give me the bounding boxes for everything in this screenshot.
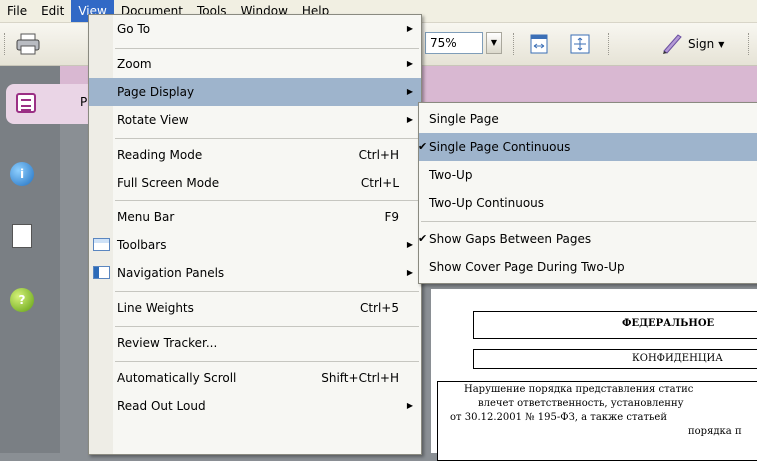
menu-item-page-display[interactable]: Page Display ▶: [89, 78, 421, 106]
menu-item-line-weights[interactable]: Line Weights Ctrl+5: [89, 294, 421, 322]
menu-item-label: Two-Up Continuous: [429, 196, 545, 210]
menu-item-review-tracker[interactable]: Review Tracker...: [89, 329, 421, 357]
menu-item-label: Page Display: [117, 85, 195, 99]
help-icon[interactable]: ?: [10, 288, 34, 312]
checkmark-icon: ✔: [418, 140, 428, 153]
menu-item-show-gaps[interactable]: ✔ Show Gaps Between Pages: [418, 225, 757, 253]
print-icon[interactable]: [14, 32, 42, 56]
toolbars-icon: [93, 238, 110, 251]
doc-paragraph-line: от 30.12.2001 № 195-ФЗ, а также статьей: [450, 412, 667, 423]
menu-item-go-to[interactable]: Go To ▶: [89, 15, 421, 43]
checkmark-icon: ✔: [418, 232, 428, 245]
pen-icon: [660, 31, 684, 58]
view-menu: Go To ▶ Zoom ▶ Page Display ▶ Rotate Vie…: [88, 14, 422, 455]
doc-confidential: КОНФИДЕНЦИА: [632, 353, 723, 364]
menu-separator: [115, 200, 419, 201]
menu-item-shortcut: Shift+Ctrl+H: [321, 371, 399, 385]
submenu-arrow-icon: ▶: [406, 24, 413, 33]
page-display-submenu: Single Page ✔ Single Page Continuous Two…: [418, 102, 757, 284]
zoom-dropdown-button[interactable]: ▼: [486, 32, 502, 54]
doc-notice-box: Нарушение порядка представления статис в…: [437, 381, 757, 461]
menu-item-full-screen-mode[interactable]: Full Screen Mode Ctrl+L: [89, 169, 421, 197]
menu-item-label: Menu Bar: [117, 210, 175, 224]
document-icon[interactable]: [12, 224, 32, 248]
menu-item-shortcut: F9: [384, 210, 399, 224]
menu-item-label: Show Gaps Between Pages: [429, 232, 592, 246]
menu-item-single-page[interactable]: Single Page: [419, 105, 757, 133]
fit-page-icon[interactable]: [568, 32, 592, 56]
menu-item-label: Go To: [117, 22, 151, 36]
sign-button[interactable]: Sign ▼: [660, 32, 724, 56]
menu-item-toolbars[interactable]: Toolbars ▶: [89, 231, 421, 259]
pages-tab-label: P: [80, 95, 88, 109]
sign-label: Sign: [688, 37, 715, 51]
document-page: ФЕДЕРАЛЬНОЕ КОНФИДЕНЦИА Нарушение порядк…: [431, 289, 757, 461]
pages-tab[interactable]: P: [6, 84, 96, 124]
menu-separator: [115, 326, 419, 327]
menu-item-label: Read Out Loud: [117, 399, 206, 413]
doc-confidential-box: КОНФИДЕНЦИА: [473, 349, 757, 369]
submenu-arrow-icon: ▶: [406, 240, 413, 249]
menu-file[interactable]: File: [0, 0, 34, 22]
doc-title: ФЕДЕРАЛЬНОЕ: [622, 318, 715, 329]
menu-item-automatically-scroll[interactable]: Automatically Scroll Shift+Ctrl+H: [89, 364, 421, 392]
menu-item-shortcut: Ctrl+5: [359, 301, 399, 315]
doc-header-box: ФЕДЕРАЛЬНОЕ: [473, 311, 757, 339]
menu-item-reading-mode[interactable]: Reading Mode Ctrl+H: [89, 141, 421, 169]
menu-item-label: Single Page: [429, 112, 499, 126]
navigation-panels-icon: [93, 266, 110, 279]
menu-item-label: Review Tracker...: [117, 336, 218, 350]
chevron-down-icon: ▼: [718, 39, 725, 49]
pages-panel-icon: [16, 93, 36, 113]
menu-item-label: Single Page Continuous: [429, 140, 571, 154]
submenu-arrow-icon: ▶: [406, 115, 413, 124]
submenu-arrow-icon: ▶: [406, 87, 413, 96]
menu-item-label: Toolbars: [117, 238, 167, 252]
menu-item-label: Rotate View: [117, 113, 189, 127]
submenu-arrow-icon: ▶: [406, 268, 413, 277]
doc-paragraph-line: влечет ответственность, установленну: [478, 398, 684, 409]
doc-paragraph-line: порядка п: [688, 426, 742, 437]
zoom-input[interactable]: 75%: [425, 32, 483, 54]
menu-item-label: Zoom: [117, 57, 152, 71]
menu-edit[interactable]: Edit: [34, 0, 71, 22]
menu-separator: [115, 361, 419, 362]
menu-item-menu-bar[interactable]: Menu Bar F9: [89, 203, 421, 231]
menu-item-two-up-continuous[interactable]: Two-Up Continuous: [419, 189, 757, 217]
menu-item-label: Automatically Scroll: [117, 371, 237, 385]
menu-item-single-page-continuous[interactable]: ✔ Single Page Continuous: [418, 133, 757, 161]
menu-item-label: Reading Mode: [117, 148, 203, 162]
menu-item-two-up[interactable]: Two-Up: [419, 161, 757, 189]
menu-separator: [421, 221, 756, 222]
submenu-arrow-icon: ▶: [406, 401, 413, 410]
toolbar-separator: [513, 33, 517, 55]
menu-item-shortcut: Ctrl+H: [358, 148, 399, 162]
menu-item-label: Full Screen Mode: [117, 176, 220, 190]
submenu-arrow-icon: ▶: [406, 59, 413, 68]
menu-item-shortcut: Ctrl+L: [360, 176, 399, 190]
toolbar-separator: [608, 33, 612, 55]
info-icon[interactable]: i: [10, 162, 34, 186]
menu-separator: [115, 138, 419, 139]
menu-item-label: Line Weights: [117, 301, 194, 315]
menu-item-rotate-view[interactable]: Rotate View ▶: [89, 106, 421, 134]
menu-item-show-cover-page[interactable]: Show Cover Page During Two-Up: [419, 253, 757, 281]
doc-paragraph-line: Нарушение порядка представления статис: [464, 384, 694, 395]
menu-separator: [115, 48, 419, 49]
fit-width-icon[interactable]: [527, 32, 551, 56]
menu-item-label: Show Cover Page During Two-Up: [429, 260, 625, 274]
navigation-panel: P i ?: [0, 66, 96, 453]
chevron-down-icon: ▼: [490, 38, 498, 47]
menu-item-read-out-loud[interactable]: Read Out Loud ▶: [89, 392, 421, 420]
menu-item-label: Two-Up: [429, 168, 473, 182]
menu-item-label: Navigation Panels: [117, 266, 225, 280]
toolbar-grip[interactable]: [4, 33, 8, 55]
toolbar-grip-right: [748, 33, 752, 55]
menu-separator: [115, 291, 419, 292]
menu-item-navigation-panels[interactable]: Navigation Panels ▶: [89, 259, 421, 287]
menu-item-zoom[interactable]: Zoom ▶: [89, 50, 421, 78]
